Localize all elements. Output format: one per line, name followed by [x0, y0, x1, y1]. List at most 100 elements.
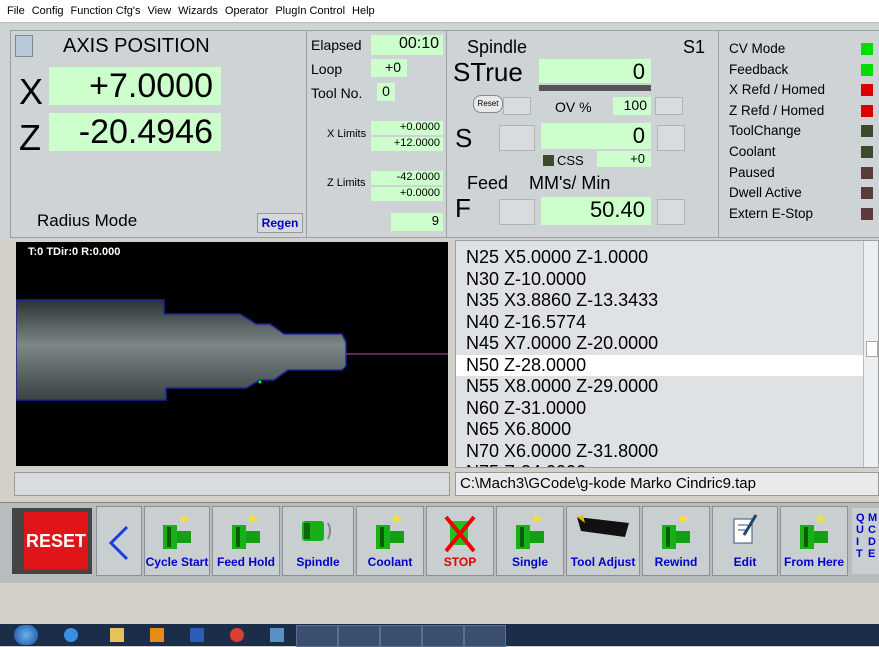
f-value[interactable]: 50.40: [541, 197, 651, 225]
feed-hold-icon: [232, 515, 260, 549]
menu-help[interactable]: Help: [352, 5, 375, 17]
gcode-scrollbar[interactable]: [863, 241, 878, 467]
spindle-panel: Spindle S1 STrue 0 Reset OV % 100 S 0 CS…: [446, 30, 720, 238]
coolant-label: Coolant: [367, 555, 413, 569]
spindle-load-bar: [539, 85, 651, 91]
f-up-button[interactable]: [657, 199, 685, 225]
ie-icon[interactable]: [64, 628, 78, 642]
status-led: [861, 125, 873, 138]
app-icon[interactable]: [270, 628, 284, 642]
cycle-start-button[interactable]: Cycle Start: [144, 506, 210, 576]
css-led: [543, 155, 554, 166]
coolant-icon: [376, 515, 404, 549]
s-value[interactable]: 0: [541, 123, 651, 149]
status-panel: CV Mode Feedback X Refd / Homed Z Refd / Ho…: [718, 30, 879, 238]
windows-taskbar: [0, 624, 879, 647]
feed-label: Feed: [467, 173, 509, 193]
rewind-icon: [662, 515, 690, 549]
status-label: Z Refd / Homed: [729, 102, 825, 118]
ov-up-button[interactable]: [655, 97, 683, 115]
back-arrow-button[interactable]: [96, 506, 142, 576]
gcode-line[interactable]: N65 X6.8000: [456, 419, 878, 441]
line-counter: 9: [391, 213, 443, 231]
edit-button[interactable]: Edit: [712, 506, 778, 576]
rewind-button[interactable]: Rewind: [642, 506, 710, 576]
from-here-button[interactable]: From Here: [780, 506, 848, 576]
css-label: CSS: [557, 153, 584, 168]
regen-button[interactable]: Regen: [257, 213, 303, 233]
f-down-button[interactable]: [499, 199, 535, 225]
media-icon[interactable]: [150, 628, 164, 642]
z-axis-label: Z: [19, 117, 41, 158]
start-button[interactable]: [14, 625, 38, 645]
radius-mode-label: Radius Mode: [37, 211, 138, 230]
gcode-line[interactable]: N40 Z-16.5774: [456, 312, 878, 334]
spindle-label: Spindle: [296, 555, 340, 569]
spindle-s1-label: S1: [683, 37, 706, 57]
ov-label: OV %: [555, 99, 592, 115]
word-icon[interactable]: [190, 628, 204, 642]
gcode-line[interactable]: N75 Z-34.0000: [456, 462, 878, 467]
folder-icon[interactable]: [110, 628, 124, 642]
single-button[interactable]: Single: [496, 506, 564, 576]
gcode-line-current[interactable]: N50 Z-28.0000: [456, 354, 878, 376]
gcode-line[interactable]: N35 X3.8860 Z-13.3433: [456, 290, 878, 312]
taskbar-chrome[interactable]: [380, 625, 422, 647]
menu-operator[interactable]: Operator: [225, 5, 268, 17]
taskbar-app4[interactable]: [464, 625, 506, 647]
home-icon[interactable]: [15, 35, 33, 57]
x-dro[interactable]: +7.0000: [49, 67, 221, 105]
taskbar-mach3[interactable]: [296, 625, 338, 647]
gcode-line[interactable]: N25 X5.0000 Z-1.0000: [456, 247, 878, 269]
stop-button[interactable]: STOP: [426, 506, 494, 576]
gcode-line[interactable]: N70 X6.0000 Z-31.8000: [456, 441, 878, 463]
gcode-line[interactable]: N60 Z-31.0000: [456, 398, 878, 420]
edit-icon: [733, 514, 758, 544]
info-panel: Elapsed 00:10 Loop +0 Tool No. 0 X Limit…: [306, 30, 448, 238]
chrome-icon[interactable]: [230, 628, 244, 642]
tool-no-value[interactable]: 0: [377, 83, 395, 101]
menu-wizards[interactable]: Wizards: [178, 5, 218, 17]
gcode-line[interactable]: N30 Z-10.0000: [456, 269, 878, 291]
quit-button[interactable]: QUIT MCDE: [852, 508, 879, 574]
spindle-button[interactable]: Spindle: [282, 506, 354, 576]
from-here-icon: [800, 515, 828, 549]
x-limits-label: X Limits: [327, 128, 367, 140]
coolant-button[interactable]: Coolant: [356, 506, 424, 576]
quit-label-2: MCDE: [868, 512, 878, 560]
cycle-start-icon: [163, 515, 191, 549]
gcode-list[interactable]: N25 X5.0000 Z-1.0000 N30 Z-10.0000 N35 X3.…: [455, 240, 879, 468]
status-label: Extern E-Stop: [729, 205, 814, 221]
tool-adjust-button[interactable]: Tool Adjust: [566, 506, 640, 576]
reset-ov-button[interactable]: Reset: [473, 95, 503, 113]
elapsed-value: 00:10: [371, 35, 443, 55]
cycle-start-label: Cycle Start: [145, 555, 209, 569]
s-down-button[interactable]: [499, 125, 535, 151]
x-limit-max: +12.0000: [371, 137, 443, 151]
s-letter: S: [455, 123, 473, 153]
taskbar-app2[interactable]: [338, 625, 380, 647]
menu-config[interactable]: Config: [32, 5, 64, 17]
loop-value: +0: [371, 59, 407, 77]
chevron-left-icon: [108, 525, 129, 561]
menu-view[interactable]: View: [148, 5, 172, 17]
menu-plugin-control[interactable]: PlugIn Control: [275, 5, 345, 17]
status-label: Feedback: [729, 61, 789, 77]
ov-down-button[interactable]: [503, 97, 531, 115]
feed-unit-label: MM's/ Min: [529, 173, 611, 193]
z-limits-label: Z Limits: [327, 177, 366, 189]
status-led: [861, 166, 873, 179]
reset-button[interactable]: RESET: [24, 512, 88, 570]
taskbar-app3[interactable]: [422, 625, 464, 647]
feed-hold-button[interactable]: Feed Hold: [212, 506, 280, 576]
s-up-button[interactable]: [657, 125, 685, 151]
z-dro[interactable]: -20.4946: [49, 113, 221, 151]
gcode-line[interactable]: N45 X7.0000 Z-20.0000: [456, 333, 878, 355]
menu-file[interactable]: File: [7, 5, 25, 17]
elapsed-label: Elapsed: [311, 37, 362, 53]
gcode-scrollbar-thumb[interactable]: [866, 341, 878, 357]
menu-function-cfgs[interactable]: Function Cfg's: [71, 5, 141, 17]
loop-label: Loop: [311, 61, 343, 77]
gcode-line[interactable]: N55 X8.0000 Z-29.0000: [456, 376, 878, 398]
toolpath-view[interactable]: T:0 TDir:0 R:0.000: [14, 240, 450, 468]
